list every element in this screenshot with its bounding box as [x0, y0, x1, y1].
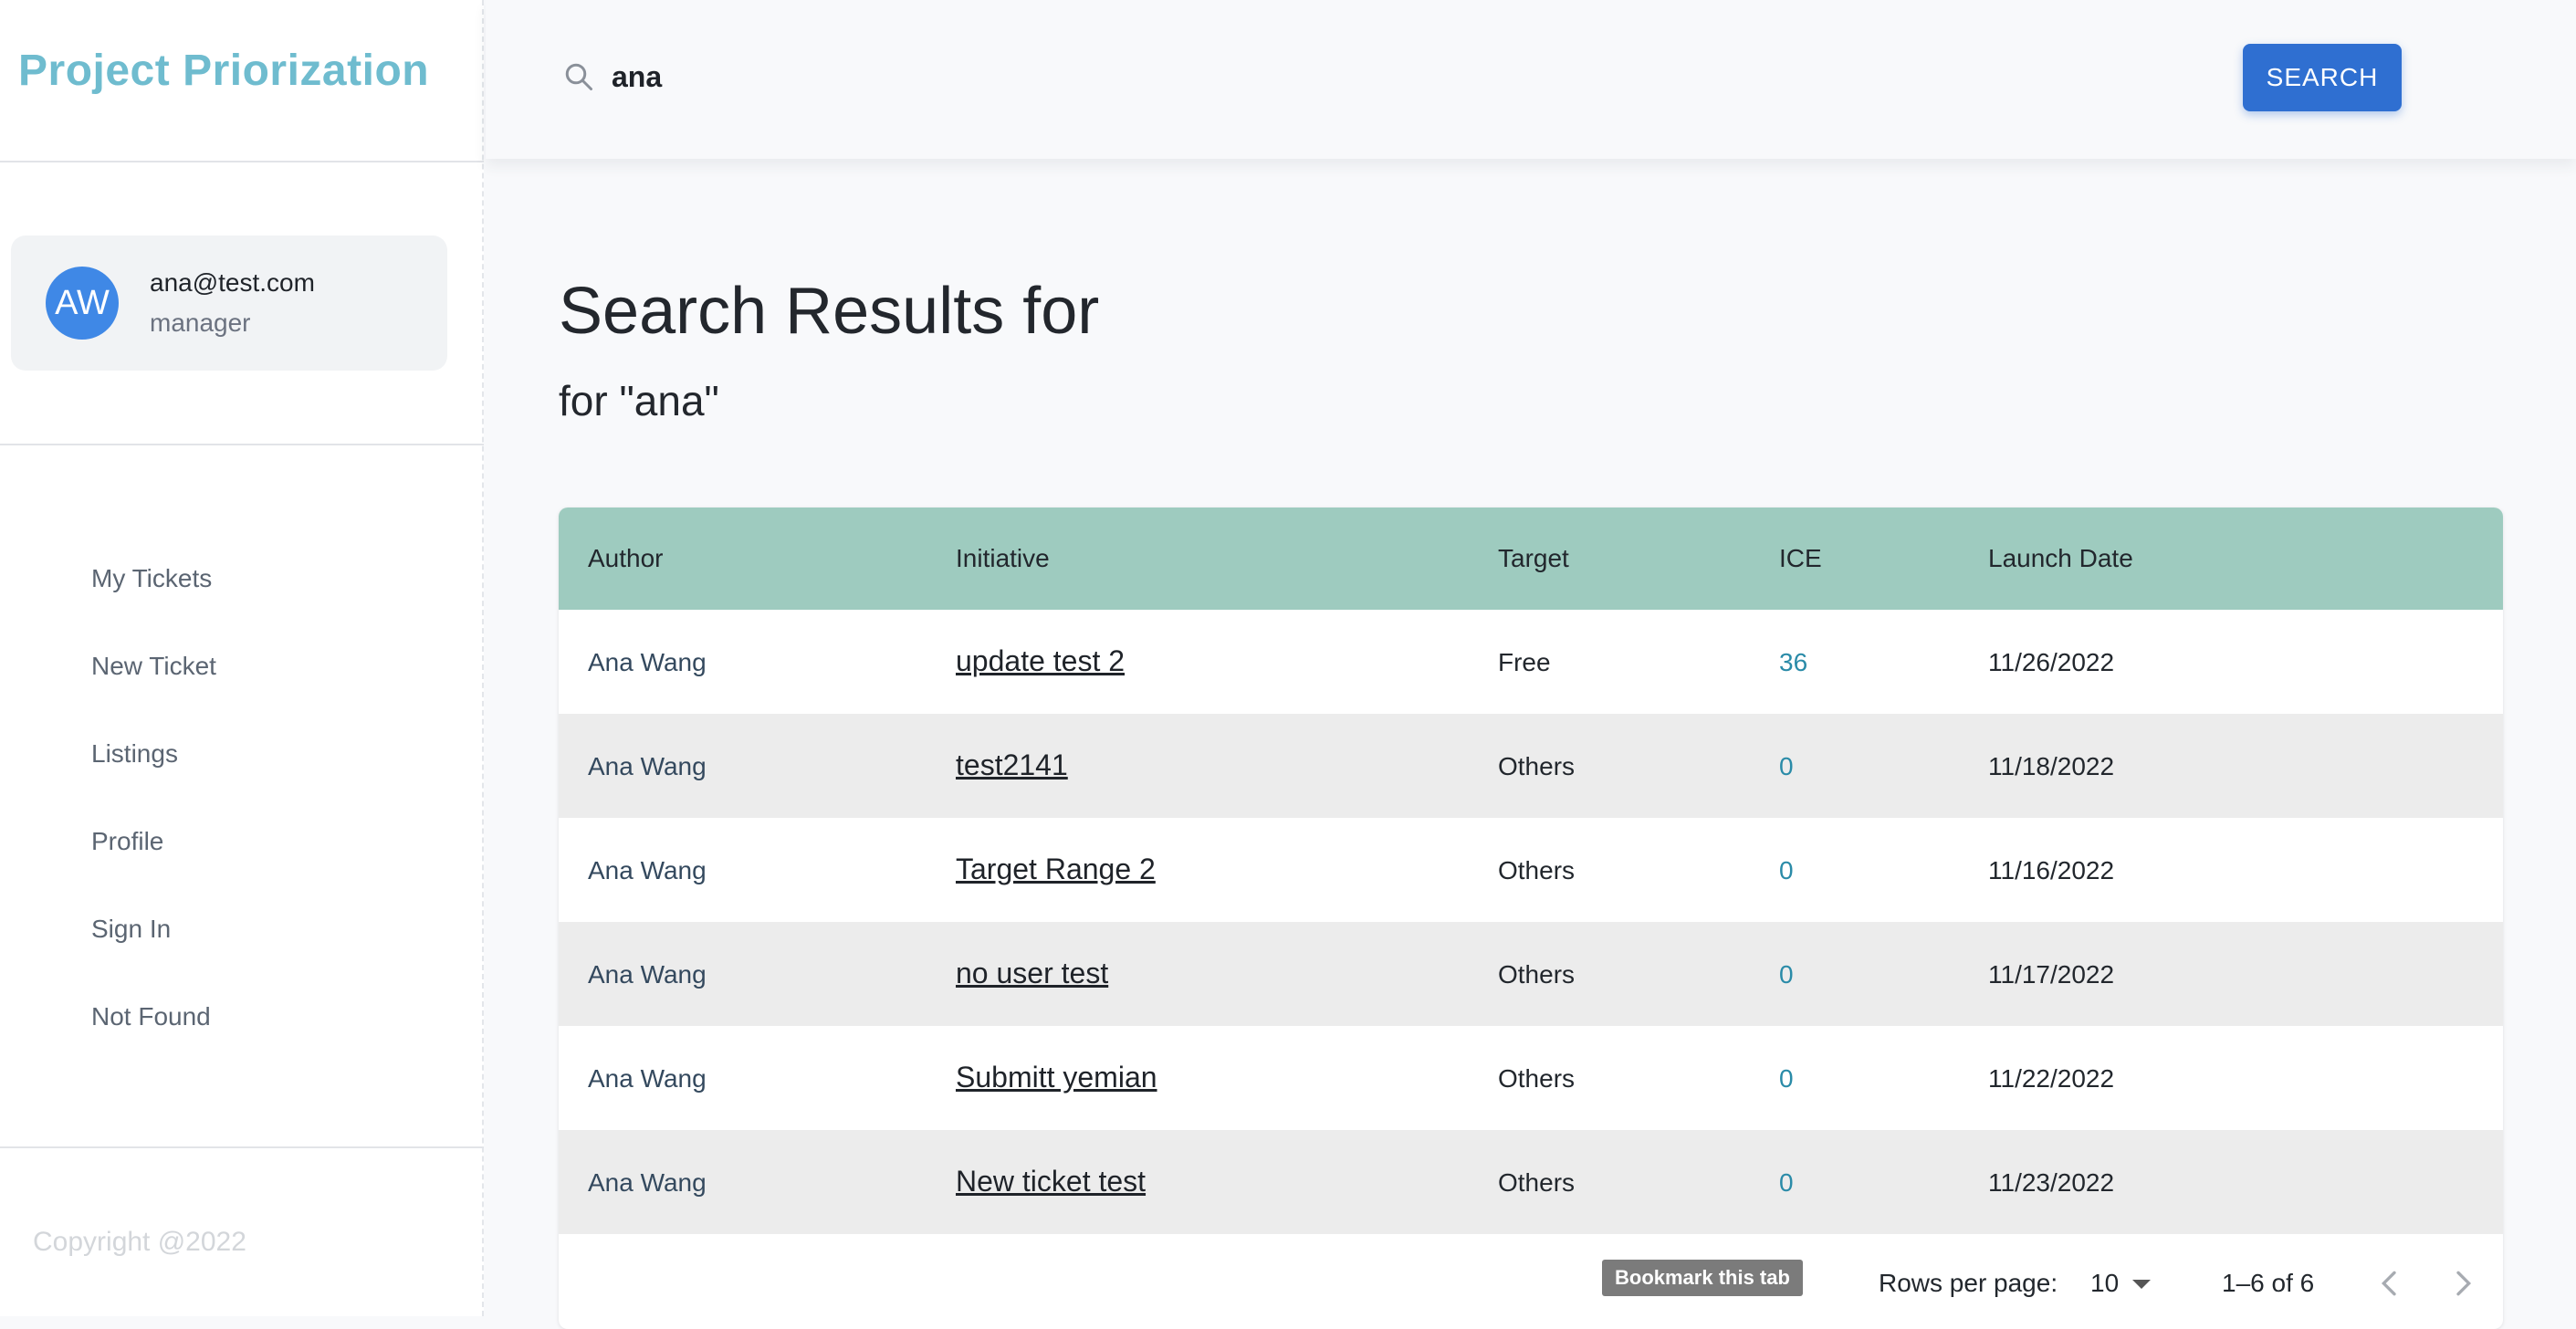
column-header-target[interactable]: Target	[1498, 544, 1569, 573]
cell-ice: 0	[1779, 1064, 1794, 1093]
column-header-ice[interactable]: ICE	[1779, 544, 1822, 573]
initiative-link[interactable]: no user test	[956, 957, 1108, 990]
initiative-link[interactable]: test2141	[956, 748, 1068, 782]
cell-ice: 0	[1779, 856, 1794, 884]
search-box	[562, 49, 1201, 104]
rows-per-page-label: Rows per page:	[1879, 1269, 2058, 1297]
divider	[0, 1146, 484, 1148]
search-input[interactable]	[610, 53, 1161, 100]
cell-target: Others	[1498, 752, 1576, 780]
table-row: Ana Wang test2141 Others 0 11/18/2022	[559, 714, 2503, 818]
column-header-initiative[interactable]: Initiative	[956, 544, 1050, 573]
column-header-author[interactable]: Author	[588, 544, 664, 573]
table-row: Ana Wang no user test Others 0 11/17/202…	[559, 922, 2503, 1026]
cell-target: Others	[1498, 1168, 1576, 1197]
avatar[interactable]: AW	[46, 267, 119, 340]
table-body: Ana Wang update test 2 Free 36 11/26/202…	[559, 610, 2503, 1234]
results-table: Author Initiative Target ICE Launch Date…	[559, 508, 2503, 1329]
cell-launch-date: 11/26/2022	[1988, 648, 2115, 676]
cell-target: Others	[1498, 856, 1576, 884]
page-range: 1–6 of 6	[2222, 1269, 2315, 1297]
initiative-link[interactable]: update test 2	[956, 644, 1125, 678]
table-header: Author Initiative Target ICE Launch Date	[559, 508, 2503, 610]
cell-target: Others	[1498, 960, 1576, 989]
cell-launch-date: 11/17/2022	[1988, 960, 2115, 989]
page-subtitle: for "ana"	[559, 377, 719, 424]
cell-author: Ana Wang	[588, 1064, 707, 1093]
sidebar-item-listings[interactable]: Listings	[91, 739, 178, 769]
cell-ice: 0	[1779, 1168, 1794, 1197]
cell-author: Ana Wang	[588, 648, 707, 676]
sidebar-item-new-ticket[interactable]: New Ticket	[91, 652, 216, 681]
user-card: AW ana@test.com manager	[11, 235, 447, 371]
rows-per-page-select[interactable]: 10	[2090, 1269, 2119, 1298]
initiative-link[interactable]: Submitt yemian	[956, 1061, 1157, 1094]
table-row: Ana Wang Target Range 2 Others 0 11/16/2…	[559, 818, 2503, 922]
divider	[0, 444, 484, 445]
divider	[0, 161, 484, 162]
search-icon	[565, 63, 592, 90]
bookmark-tooltip: Bookmark this tab	[1602, 1260, 1803, 1296]
cell-author: Ana Wang	[588, 960, 707, 989]
page-title: Search Results for	[559, 275, 1100, 348]
cell-target: Others	[1498, 1064, 1576, 1093]
cell-launch-date: 11/22/2022	[1988, 1064, 2115, 1093]
cell-target: Free	[1498, 648, 1551, 676]
app-brand[interactable]: Project Priorization	[18, 46, 429, 96]
top-bar: SEARCH	[486, 0, 2576, 159]
cell-launch-date: 11/16/2022	[1988, 856, 2115, 884]
cell-author: Ana Wang	[588, 1168, 707, 1197]
sidebar-item-my-tickets[interactable]: My Tickets	[91, 564, 212, 593]
table-row: Ana Wang New ticket test Others 0 11/23/…	[559, 1130, 2503, 1234]
sidebar-item-not-found[interactable]: Not Found	[91, 1002, 211, 1031]
cell-author: Ana Wang	[588, 856, 707, 884]
sidebar-item-sign-in[interactable]: Sign In	[91, 915, 171, 944]
cell-launch-date: 11/18/2022	[1988, 752, 2115, 780]
user-role: manager	[150, 309, 251, 337]
search-button[interactable]: SEARCH	[2243, 44, 2402, 111]
column-header-launch-date[interactable]: Launch Date	[1988, 544, 2133, 573]
cell-author: Ana Wang	[588, 752, 707, 780]
cell-launch-date: 11/23/2022	[1988, 1168, 2115, 1197]
sidebar: Project Priorization AW ana@test.com man…	[0, 0, 484, 1316]
copyright: Copyright @2022	[33, 1227, 246, 1257]
chevron-right-icon[interactable]	[2445, 1263, 2481, 1303]
caret-down-icon[interactable]	[2132, 1280, 2151, 1289]
sidebar-item-profile[interactable]: Profile	[91, 827, 163, 856]
chevron-left-icon[interactable]	[2372, 1263, 2408, 1303]
table-row: Ana Wang update test 2 Free 36 11/26/202…	[559, 610, 2503, 714]
cell-ice: 0	[1779, 960, 1794, 989]
initiative-link[interactable]: New ticket test	[956, 1165, 1146, 1198]
initiative-link[interactable]: Target Range 2	[956, 853, 1156, 886]
cell-ice: 0	[1779, 752, 1794, 780]
table-row: Ana Wang Submitt yemian Others 0 11/22/2…	[559, 1026, 2503, 1130]
user-email: ana@test.com	[150, 268, 315, 297]
cell-ice: 36	[1779, 648, 1808, 676]
